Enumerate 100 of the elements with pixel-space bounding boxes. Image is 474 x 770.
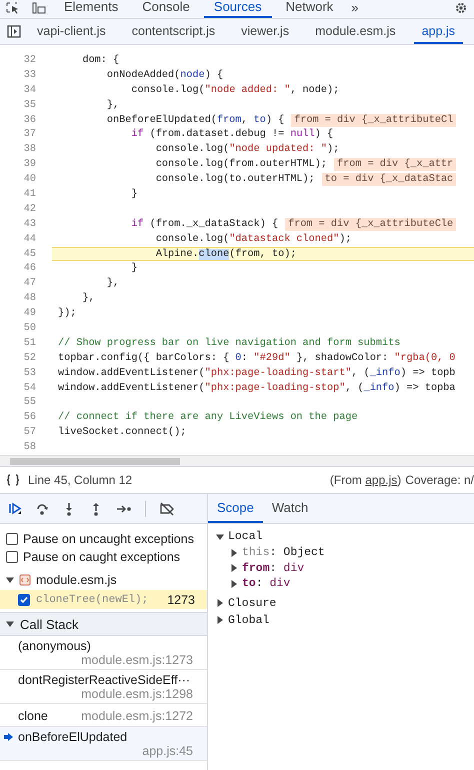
line-number: 46 [22,263,37,274]
checkbox-label: Pause on caught exceptions [23,550,180,564]
code-line: } [130,263,138,274]
line-number: 38 [22,144,37,156]
sidebar-toggle-icon[interactable] [7,25,21,38]
scope-section[interactable]: Global [228,614,270,626]
deactivate-breakpoints-icon[interactable] [159,502,175,516]
line-number: 35 [22,100,37,111]
scope-variable[interactable]: to: div [242,577,290,590]
code-line: console.log("datastack cloned"); [154,234,352,245]
checkbox-label: Pause on uncaught exceptions [23,532,194,546]
frame-function: clone [18,708,48,722]
breakpoint-row[interactable]: cloneTree(newEl); 1273 [0,590,207,609]
expand-triangle-icon[interactable] [230,580,238,588]
panel-tab[interactable]: Network [276,0,344,18]
inline-value: from = div {_x_attributeCl [291,114,456,126]
expand-triangle-icon[interactable] [6,576,14,584]
code-line: if (from._x_dataStack) { [130,218,278,230]
cursor-position: Line 45, Column 12 [28,473,132,487]
expand-triangle-icon[interactable] [216,616,224,624]
line-number: 54 [22,382,37,394]
code-line: console.log(from.outerHTML); [154,159,327,170]
file-icon [19,574,31,586]
scrollbar-thumb[interactable] [10,458,180,464]
call-stack-header[interactable]: Call Stack [0,612,207,636]
code-line: Alpine.clone(from, to); [154,248,296,260]
file-tab[interactable]: vapi-client.js [29,19,114,44]
line-number: 45 [22,248,37,260]
line-number: 53 [22,368,37,379]
resume-icon[interactable] [8,502,22,516]
line-number: 43 [22,218,37,230]
line-number: 58 [22,442,37,454]
line-number: 32 [22,54,37,66]
code-line: }, [106,278,120,290]
line-number: 49 [22,308,37,320]
line-number: 41 [22,188,37,200]
expand-triangle-icon[interactable] [230,548,238,557]
line-number: 47 [22,278,37,290]
code-line: }, [106,100,120,111]
frame-function: dontRegisterReactiveSideEff··· [18,673,192,687]
line-number: 56 [22,412,37,424]
scope-variable[interactable]: this: Object [242,546,325,560]
code-line: if (from.dataset.debug != null) { [130,129,334,140]
line-number: 37 [22,129,37,140]
breakpoint-file-name[interactable]: module.esm.js [36,573,117,587]
code-line: window.addEventListener("phx:page-loading-start", (_info) => topb [58,368,456,379]
line-number: 48 [22,293,37,304]
source-link[interactable]: app.js [365,473,398,487]
pretty-print-icon[interactable] [6,474,20,486]
call-frame[interactable]: dontRegisterReactiveSideEff··· module.esm.js:1298 [0,670,207,704]
frame-function: (anonymous) [18,639,92,653]
expand-triangle-icon[interactable] [6,620,14,628]
file-tab[interactable]: viewer.js [233,19,298,44]
scope-section[interactable]: Local [228,530,263,543]
line-number: 55 [22,397,37,408]
frame-function: onBeforeElUpdated [18,730,128,744]
line-number: 57 [22,427,37,438]
checkbox[interactable] [18,594,30,606]
scope-section[interactable]: Closure [228,596,276,610]
line-number: 50 [22,322,37,334]
frame-location: module.esm.js:1272 [81,708,193,722]
file-tab[interactable]: app.js [414,19,464,44]
step-over-icon[interactable] [35,502,49,516]
sidebar-tab[interactable]: Watch [262,494,318,523]
frame-location: module.esm.js:1273 [80,653,193,667]
expand-triangle-icon[interactable] [230,564,238,572]
code-line: onBeforeElUpdated(from, to) { [106,114,284,126]
frame-location: app.js:45 [141,744,193,758]
checkbox[interactable] [6,533,18,545]
more-tabs-button[interactable]: » [345,0,365,18]
code-line: topbar.config({ barColors: { 0: "#29d" }, shadowColor: "rgba(0, 0 [58,352,456,364]
sidebar-tab[interactable]: Scope [208,494,263,523]
call-frame[interactable]: (anonymous) module.esm.js:1273 [0,636,207,670]
expand-triangle-icon[interactable] [216,599,224,607]
file-tab[interactable]: contentscript.js [124,19,224,44]
device-icon[interactable] [32,2,46,14]
line-number: 33 [22,70,37,81]
panel-tab[interactable]: Console [132,0,200,18]
file-tab[interactable]: module.esm.js [307,19,404,44]
code-line: window.addEventListener("phx:page-loading-stop", (_info) => topba [58,382,456,394]
expand-triangle-icon[interactable] [216,532,224,540]
code-line: console.log(to.outerHTML); [154,174,315,186]
line-number: 42 [22,204,37,215]
breakpoint-line: 1273 [167,592,196,606]
line-number: 36 [22,114,37,126]
inline-value: from = div {_x_attributeCle [285,218,456,231]
call-frame[interactable]: onBeforeElUpdated app.js:45 [0,727,207,761]
line-number: 34 [22,84,37,96]
scope-variable[interactable]: from: div [242,562,304,575]
checkbox[interactable] [6,551,18,563]
panel-tab[interactable]: Elements [54,0,128,18]
code-line: // connect if there are any LiveViews on the page [58,412,358,424]
code-line: dom: { [81,54,120,66]
line-number: 44 [22,234,37,245]
settings-icon[interactable] [454,2,468,14]
inline-value: to = div {_x_dataStac [322,173,456,186]
code-line: onNodeAdded(node) { [106,70,224,81]
code-line: }, [81,293,95,304]
code-line: console.log("node updated: "); [154,144,340,156]
inspect-icon[interactable] [6,2,20,14]
